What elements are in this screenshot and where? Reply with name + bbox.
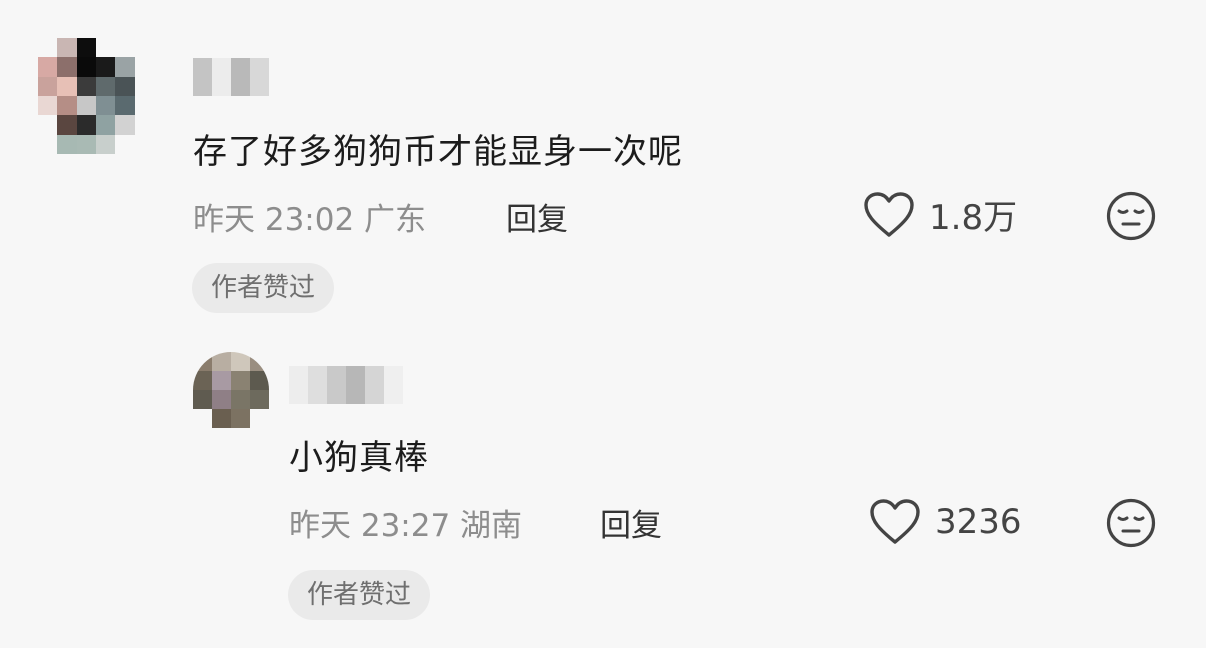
mosaic-pixel <box>76 115 96 135</box>
mosaic-pixel <box>96 57 116 77</box>
mosaic-pixel <box>57 76 77 96</box>
mosaic-pixel <box>346 366 365 404</box>
mosaic-pixel <box>76 57 96 77</box>
mosaic-pixel <box>38 115 58 135</box>
mosaic-pixel <box>231 58 250 96</box>
comment-time-location: 昨天 23:02 广东 <box>193 202 427 238</box>
mosaic-pixel <box>269 58 288 96</box>
mosaic-pixel <box>96 115 116 135</box>
emoji-reaction-button[interactable] <box>1106 191 1156 241</box>
mosaic-pixel <box>38 57 58 77</box>
comment-text: 存了好多狗狗币才能显身一次呢 <box>193 132 683 172</box>
mosaic-pixel <box>231 371 250 390</box>
mosaic-pixel <box>115 76 135 96</box>
mosaic-pixel <box>250 352 269 371</box>
heart-outline-icon <box>869 498 921 546</box>
mosaic-pixel <box>38 134 58 154</box>
replier-username-blurred[interactable] <box>289 366 403 404</box>
mosaic-pixel <box>365 366 384 404</box>
mosaic-pixel <box>193 390 212 409</box>
mosaic-pixel <box>57 38 77 58</box>
mosaic-pixel <box>250 371 269 390</box>
mosaic-pixel <box>115 57 135 77</box>
mosaic-pixel <box>250 390 269 409</box>
mosaic-pixel <box>96 96 116 116</box>
commenter-username-blurred[interactable] <box>193 58 288 96</box>
mosaic-pixel <box>231 352 250 371</box>
neutral-face-icon <box>1106 498 1156 548</box>
mosaic-pixel <box>212 409 231 428</box>
mosaic-pixel <box>38 96 58 116</box>
reply-button[interactable]: 回复 <box>600 500 662 545</box>
mosaic-pixel <box>134 76 154 96</box>
reply-time-location: 昨天 23:27 湖南 <box>289 508 523 544</box>
mosaic-pixel <box>134 38 154 58</box>
mosaic-pixel <box>231 390 250 409</box>
mosaic-pixel <box>250 58 269 96</box>
mosaic-pixel <box>250 409 269 428</box>
mosaic-pixel <box>38 38 58 58</box>
mosaic-pixel <box>96 134 116 154</box>
mosaic-pixel <box>193 371 212 390</box>
like-button[interactable]: 3236 <box>869 498 1022 546</box>
mosaic-pixel <box>115 115 135 135</box>
mosaic-pixel <box>384 366 403 404</box>
mosaic-pixel <box>76 76 96 96</box>
mosaic-pixel <box>57 115 77 135</box>
mosaic-pixel <box>57 57 77 77</box>
mosaic-pixel <box>193 58 212 96</box>
mosaic-pixel <box>96 76 116 96</box>
mosaic-pixel <box>96 38 116 58</box>
mosaic-pixel <box>308 366 327 404</box>
mosaic-pixel <box>212 371 231 390</box>
like-button[interactable]: 1.8万 <box>863 190 1017 239</box>
like-count: 3236 <box>935 502 1022 542</box>
emoji-reaction-button[interactable] <box>1106 498 1156 548</box>
mosaic-pixel <box>115 96 135 116</box>
heart-outline-icon <box>863 191 915 239</box>
reply-text: 小狗真棒 <box>289 438 429 478</box>
mosaic-pixel <box>76 38 96 58</box>
mosaic-pixel <box>231 409 250 428</box>
mosaic-pixel <box>327 366 346 404</box>
mosaic-pixel <box>57 96 77 116</box>
reply-button[interactable]: 回复 <box>506 194 568 239</box>
mosaic-pixel <box>57 134 77 154</box>
mosaic-pixel <box>193 352 212 371</box>
mosaic-pixel <box>289 366 308 404</box>
mosaic-pixel <box>212 58 231 96</box>
mosaic-pixel <box>115 134 135 154</box>
mosaic-pixel <box>134 134 154 154</box>
author-liked-badge: 作者赞过 <box>192 263 335 313</box>
neutral-face-icon <box>1106 191 1156 241</box>
mosaic-pixel <box>38 76 58 96</box>
mosaic-pixel <box>193 409 212 428</box>
mosaic-pixel <box>134 57 154 77</box>
mosaic-pixel <box>76 96 96 116</box>
author-liked-badge: 作者赞过 <box>288 570 431 620</box>
mosaic-pixel <box>134 115 154 135</box>
commenter-avatar[interactable] <box>38 38 154 154</box>
mosaic-pixel <box>115 38 135 58</box>
replier-avatar[interactable] <box>193 352 269 428</box>
mosaic-pixel <box>134 96 154 116</box>
like-count: 1.8万 <box>929 198 1018 238</box>
mosaic-pixel <box>212 390 231 409</box>
mosaic-pixel <box>212 352 231 371</box>
mosaic-pixel <box>76 134 96 154</box>
